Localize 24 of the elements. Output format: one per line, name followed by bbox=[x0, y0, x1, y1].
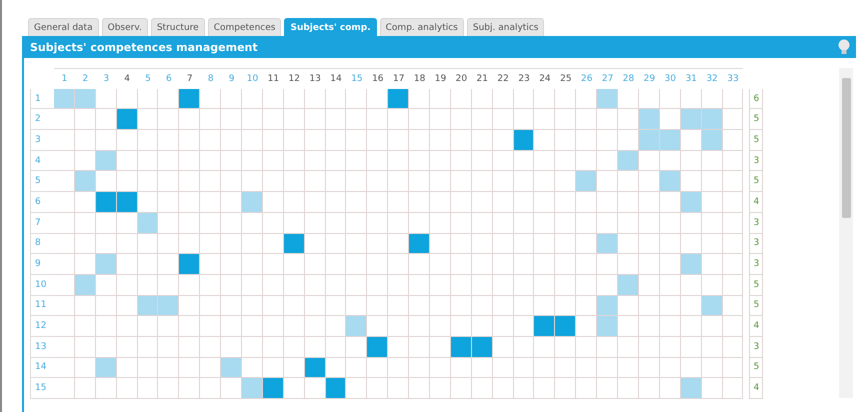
panel-title: Subjects' competences management bbox=[30, 40, 258, 54]
scrollbar[interactable] bbox=[839, 68, 854, 398]
row-count: 5 bbox=[749, 296, 764, 316]
tab[interactable]: General data bbox=[28, 18, 99, 36]
tab[interactable]: Comp. analytics bbox=[380, 18, 464, 36]
row-count: 5 bbox=[749, 130, 764, 151]
lightbulb-icon[interactable] bbox=[838, 39, 850, 55]
tab[interactable]: Structure bbox=[150, 18, 205, 36]
row-count: 4 bbox=[749, 378, 764, 399]
row-count: 5 bbox=[749, 274, 764, 296]
row-count: 5 bbox=[749, 109, 764, 130]
row-count: 3 bbox=[749, 254, 764, 275]
tab[interactable]: Competences bbox=[208, 18, 282, 36]
row-count: 5 bbox=[749, 358, 764, 378]
row-count: 6 bbox=[749, 88, 764, 110]
row-count: 3 bbox=[749, 336, 764, 358]
row-count: 3 bbox=[749, 212, 764, 234]
row-count: 3 bbox=[749, 234, 764, 254]
row-count: 3 bbox=[749, 150, 764, 172]
row-count: 5 bbox=[749, 171, 764, 192]
row-count: 4 bbox=[749, 316, 764, 337]
tab[interactable]: Observ. bbox=[102, 18, 148, 36]
row-count: 4 bbox=[749, 192, 764, 213]
tab[interactable]: Subj. analytics bbox=[466, 18, 544, 36]
